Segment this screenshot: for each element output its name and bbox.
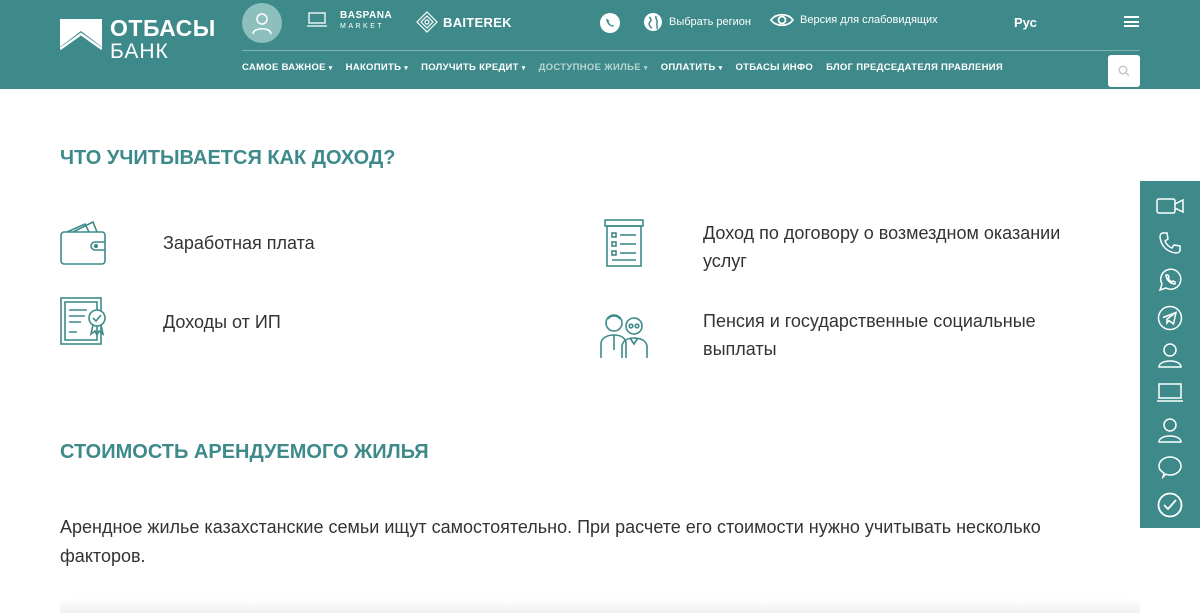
income-item-service-contract: Доход по договору о возмездном оказании … [599,218,1060,271]
region-label: Выбрать регион [669,16,751,28]
search-button[interactable] [1108,55,1140,87]
nav-item-chairman-blog[interactable]: БЛОГ ПРЕДСЕДАТЕЛЯ ПРАВЛЕНИЯ [826,62,1003,73]
chevron-down-icon: ▾ [521,65,526,72]
person-icon[interactable] [1155,416,1185,445]
chevron-down-icon: ▾ [404,65,409,72]
globe-icon [644,13,662,31]
contact-sidebar [1140,181,1200,528]
income-item-sole-proprietor: Доходы от ИП [59,296,281,346]
baspana-line1: BASPANA [340,10,393,21]
income-label-salary: Заработная плата [163,233,315,253]
income-section-title: ЧТО УЧИТЫВАЕТСЯ КАК ДОХОД? [60,147,396,169]
nav-item-otbasy-info[interactable]: ОТБАСЫ ИНФО [735,62,813,73]
rent-section-title: СТОИМОСТЬ АРЕНДУЕМОГО ЖИЛЬЯ [60,441,429,463]
whatsapp-header-button[interactable] [599,12,621,34]
chevron-down-icon: ▾ [328,65,333,72]
logo-line1: ОТБАСЫ [110,15,216,41]
nav-item-save[interactable]: НАКОПИТЬ ▾ [346,62,408,73]
user-icon[interactable] [1155,341,1185,370]
income-label-sole-proprietor: Доходы от ИП [163,312,281,332]
nav-item-important[interactable]: САМОЕ ВАЖНОЕ ▾ [242,62,333,73]
video-call-icon[interactable] [1155,191,1185,220]
elderly-couple-icon [600,314,648,358]
logo-house-icon [60,18,102,61]
income-label-pension: Пенсия и государственные социальные выпл… [703,311,1036,359]
chevron-down-icon: ▾ [643,65,648,72]
baiterek-link[interactable]: BAITEREK [416,11,512,33]
bank-logo[interactable]: ОТБАСЫ БАНК [60,17,216,62]
search-icon [1118,65,1130,77]
nav-item-get-loan[interactable]: ПОЛУЧИТЬ КРЕДИТ ▾ [421,62,526,73]
site-header: ОТБАСЫ БАНК BASPANA MARKET BAITEREK Выбр… [0,0,1200,89]
nav-item-affordable-housing[interactable]: ДОСТУПНОЕ ЖИЛЬЕ ▾ [539,62,648,73]
check-icon[interactable] [1155,491,1185,520]
wallet-icon [60,220,106,265]
accessibility-label: Версия для слабовидящих [800,14,938,26]
select-region-button[interactable]: Выбрать регион [643,12,751,32]
income-label-service-contract: Доход по договору о возмездном оказании … [703,223,1061,271]
whatsapp-icon [600,13,620,33]
next-card-edge [60,598,1140,613]
income-item-pension: Пенсия и государственные социальные выпл… [599,310,1036,360]
baiterek-label: BAITEREK [443,14,512,30]
language-switch[interactable]: Рус [1014,15,1037,30]
contract-icon [604,219,644,267]
baspana-market-link[interactable]: BASPANA MARKET [306,10,392,30]
phone-icon[interactable] [1155,228,1185,257]
rent-paragraph: Арендное жилье казахстанские семьи ищут … [60,517,1041,566]
certificate-icon [60,297,106,345]
profile-avatar-button[interactable] [242,3,282,43]
baiterek-emblem-icon [416,11,438,33]
income-item-salary: Заработная плата [59,218,315,268]
laptop-icon[interactable] [1155,378,1185,407]
whatsapp-icon[interactable] [1155,266,1185,295]
telegram-icon[interactable] [1155,303,1185,332]
header-divider [242,50,1140,51]
accessibility-version-button[interactable]: Версия для слабовидящих [770,12,938,28]
main-nav: САМОЕ ВАЖНОЕ ▾ НАКОПИТЬ ▾ ПОЛУЧИТЬ КРЕДИТ ▾… [242,62,1016,73]
laptop-icon [307,12,327,27]
eye-icon [770,13,794,27]
baspana-line2: MARKET [340,23,385,30]
hamburger-menu-icon[interactable] [1124,16,1139,27]
logo-line2: БАНК [110,40,169,63]
chat-icon[interactable] [1155,453,1185,482]
nav-item-pay[interactable]: ОПЛАТИТЬ ▾ [661,62,723,73]
user-avatar-icon [252,13,272,35]
chevron-down-icon: ▾ [718,65,723,72]
